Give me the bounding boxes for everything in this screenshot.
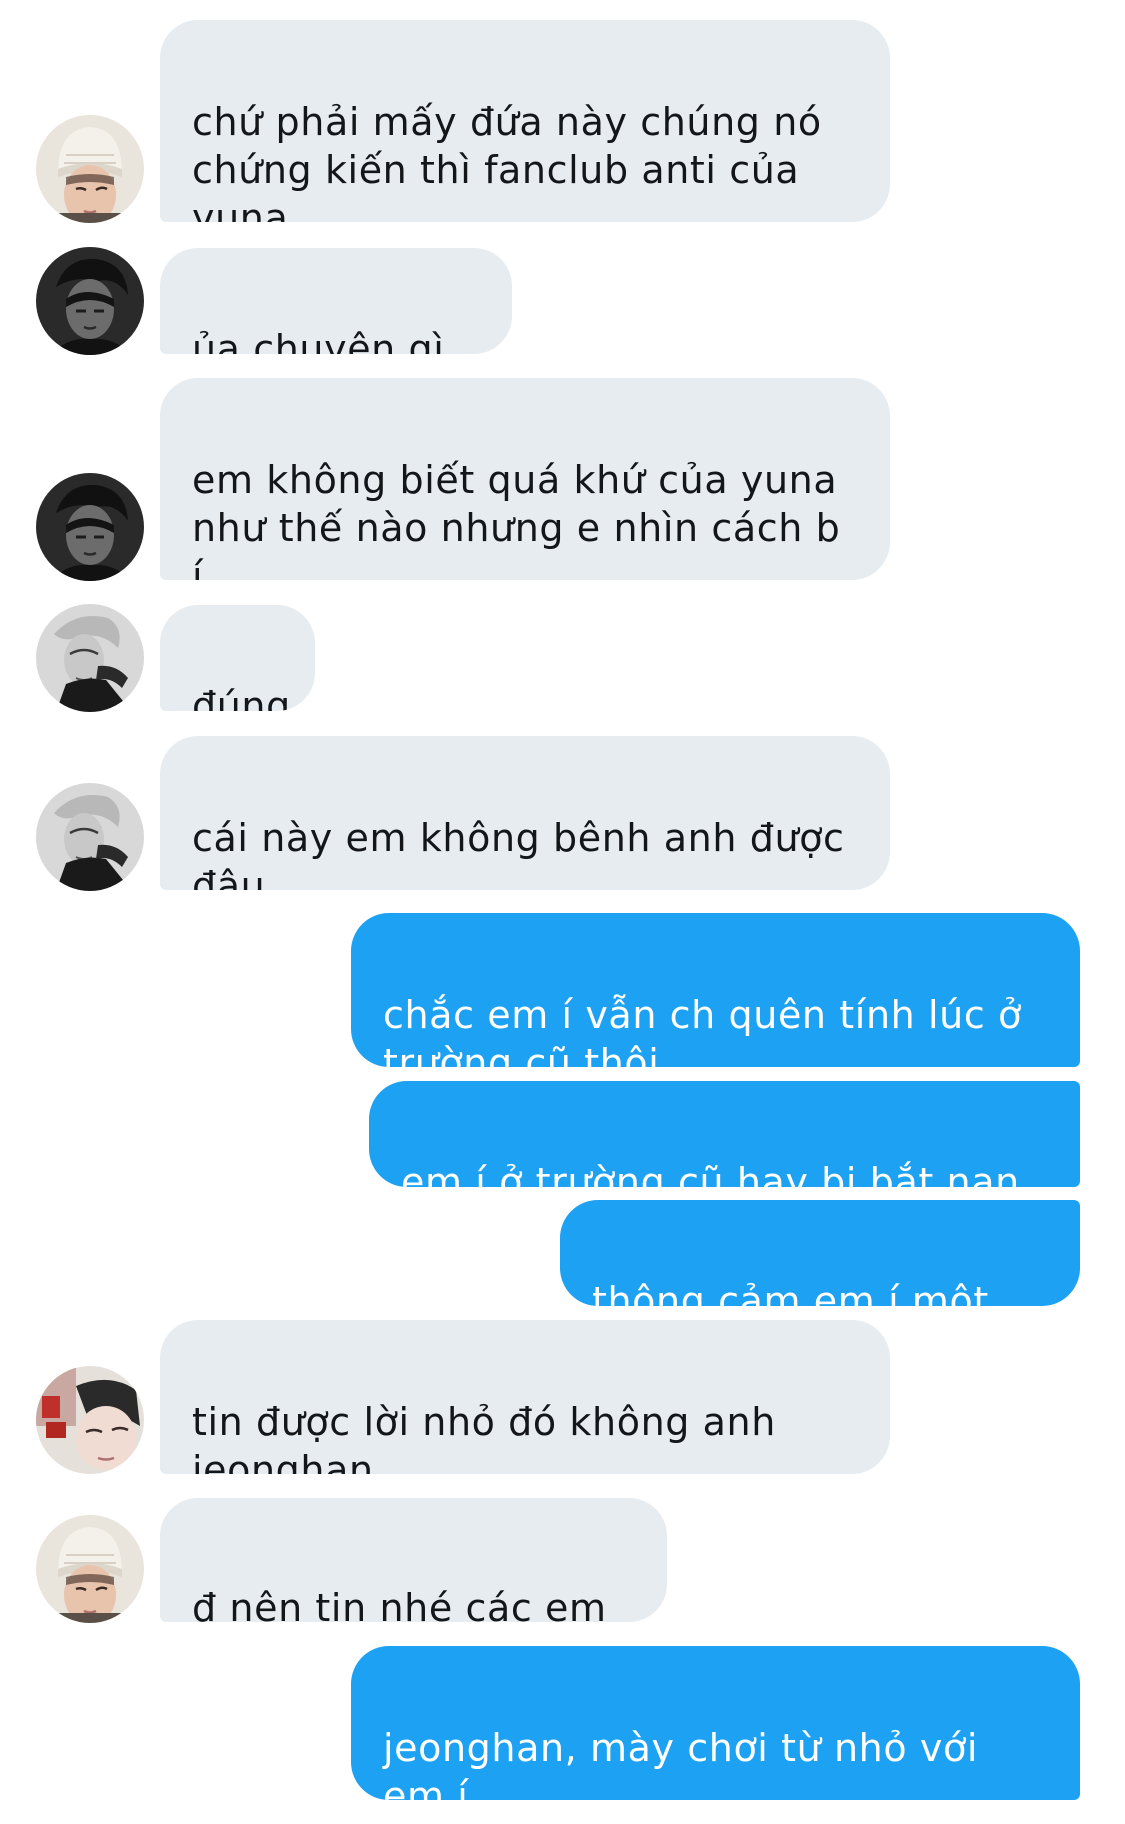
incoming-message-bubble[interactable]: đúng	[160, 605, 315, 711]
incoming-message-bubble[interactable]: đ nên tin nhé các em	[160, 1498, 667, 1622]
user-avatar[interactable]	[36, 1515, 144, 1623]
user-avatar[interactable]	[36, 473, 144, 581]
message-text: chắc em í vẫn ch quên tính lúc ở trường …	[383, 993, 1022, 1067]
outgoing-message-bubble[interactable]: chắc em í vẫn ch quên tính lúc ở trường …	[351, 913, 1080, 1067]
user-avatar[interactable]	[36, 604, 144, 712]
message-text: đúng	[192, 684, 291, 711]
message-text: em í ở trường cũ hay bị bắt nạn mà	[401, 1160, 1020, 1187]
outgoing-message-bubble[interactable]: jeonghan, mày chơi từ nhỏ với em í nên b…	[351, 1646, 1080, 1800]
outgoing-message-bubble[interactable]: em í ở trường cũ hay bị bắt nạn mà	[369, 1081, 1080, 1187]
incoming-message-bubble[interactable]: cái này em không bênh anh được đâu	[160, 736, 890, 890]
incoming-message-bubble[interactable]: tin được lời nhỏ đó không anh jeonghan	[160, 1320, 890, 1474]
outgoing-message-bubble[interactable]: thông cảm em í một chút	[560, 1200, 1080, 1306]
user-avatar[interactable]	[36, 247, 144, 355]
message-text: đ nên tin nhé các em	[192, 1586, 607, 1622]
user-avatar[interactable]	[36, 115, 144, 223]
message-text: em không biết quá khứ của yuna như thế n…	[192, 458, 841, 580]
message-text: thông cảm em í một chút	[592, 1279, 989, 1306]
incoming-message-bubble[interactable]: chứ phải mấy đứa này chúng nó chứng kiến…	[160, 20, 890, 222]
incoming-message-bubble[interactable]: em không biết quá khứ của yuna như thế n…	[160, 378, 890, 580]
message-text: chứ phải mấy đứa này chúng nó chứng kiến…	[192, 100, 822, 222]
message-text: ủa chuyện gì hả	[192, 327, 445, 354]
message-text: tin được lời nhỏ đó không anh jeonghan	[192, 1400, 776, 1474]
message-text: cái này em không bênh anh được đâu	[192, 816, 845, 890]
incoming-message-bubble[interactable]: ủa chuyện gì hả	[160, 248, 512, 354]
user-avatar[interactable]	[36, 783, 144, 891]
message-text: jeonghan, mày chơi từ nhỏ với em í nên b…	[383, 1726, 978, 1800]
user-avatar[interactable]	[36, 1366, 144, 1474]
